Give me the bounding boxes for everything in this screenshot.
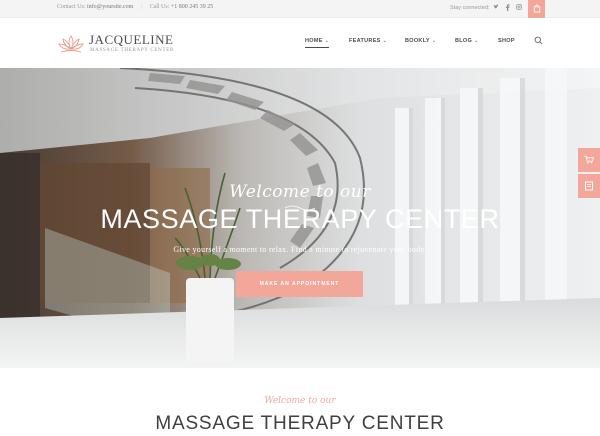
- welcome-section: Welcome to our MASSAGE THERAPY CENTER: [0, 368, 600, 436]
- call-label: Call Us:: [149, 4, 170, 10]
- nav-features[interactable]: FEATURES ⌄: [349, 38, 387, 44]
- nav-shop[interactable]: SHOP: [498, 38, 515, 44]
- nav-label: BOOKLY: [405, 38, 430, 44]
- stay-connected-label: Stay connected:: [450, 5, 490, 11]
- divider: |: [140, 4, 143, 10]
- section-script-heading: Welcome to our: [264, 396, 336, 406]
- chevron-down-icon: ⌄: [474, 38, 479, 44]
- section-title: MASSAGE THERAPY CENTER: [155, 413, 445, 434]
- hero-script-heading: Welcome to our: [229, 182, 371, 202]
- call-number[interactable]: +1 800 245 39 25: [171, 4, 213, 10]
- make-appointment-button[interactable]: MAKE AN APPOINTMENT: [236, 271, 363, 297]
- nav-label: SHOP: [498, 38, 515, 44]
- contact-email[interactable]: info@yoursite.com: [87, 4, 133, 10]
- nav-home[interactable]: HOME ⌄: [305, 38, 330, 48]
- book-icon[interactable]: [578, 174, 600, 198]
- hero-subtitle: Give yourself a moment to relax. Find a …: [173, 245, 427, 254]
- site-header: JACQUELINE MASSAGE THERAPY CENTER HOME ⌄ …: [0, 18, 600, 68]
- lotus-logo-icon[interactable]: [57, 33, 85, 55]
- brand-tagline: MASSAGE THERAPY CENTER: [90, 48, 175, 53]
- twitter-icon[interactable]: [493, 4, 499, 12]
- shopping-bag-icon[interactable]: [528, 0, 545, 18]
- brand-name[interactable]: JACQUELINE: [89, 32, 173, 48]
- nav-label: FEATURES: [349, 38, 381, 44]
- chevron-down-icon: ⌄: [382, 38, 388, 44]
- facebook-icon[interactable]: [505, 4, 510, 13]
- nav-bookly[interactable]: BOOKLY ⌄: [405, 38, 436, 44]
- nav-label: HOME: [305, 38, 323, 44]
- instagram-icon[interactable]: [516, 4, 522, 12]
- contact-info: Contact Us: info@yoursite.com | Call Us:…: [57, 4, 213, 10]
- search-icon[interactable]: [534, 36, 543, 45]
- hero-title: MASSAGE THERAPY CENTER: [100, 204, 500, 234]
- cart-icon[interactable]: [578, 148, 600, 172]
- top-bar: Contact Us: info@yoursite.com | Call Us:…: [0, 0, 600, 18]
- chevron-down-icon: ⌄: [431, 38, 437, 44]
- chevron-down-icon: ⌄: [324, 38, 330, 44]
- nav-blog[interactable]: BLOG ⌄: [455, 38, 479, 44]
- nav-label: BLOG: [455, 38, 473, 44]
- hero-banner: Welcome to our MASSAGE THERAPY CENTER Gi…: [0, 68, 600, 368]
- contact-label: Contact Us:: [57, 4, 86, 10]
